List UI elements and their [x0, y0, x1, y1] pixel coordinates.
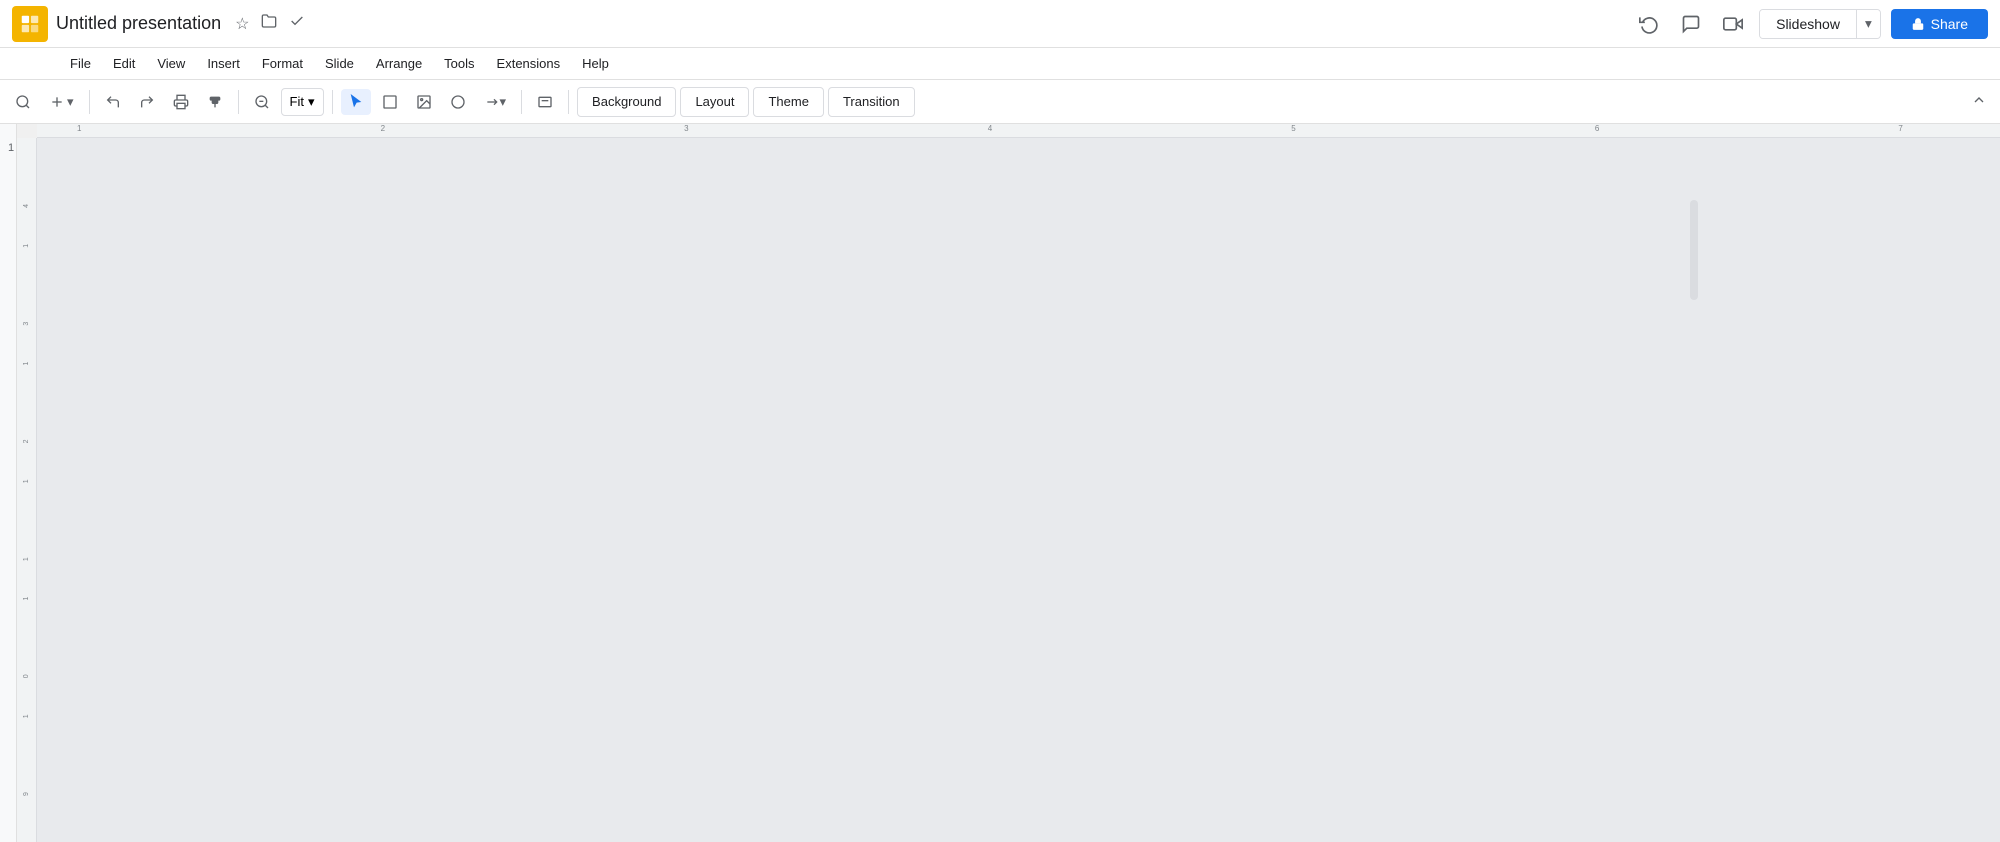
- menu-extensions[interactable]: Extensions: [487, 52, 571, 75]
- shapes-button[interactable]: [443, 89, 473, 115]
- image-button[interactable]: [409, 89, 439, 115]
- history-button[interactable]: [1633, 8, 1665, 40]
- toolbar-right: [1966, 87, 1992, 116]
- folder-icon[interactable]: [261, 13, 277, 34]
- slideshow-button[interactable]: Slideshow: [1760, 10, 1856, 38]
- menu-insert[interactable]: Insert: [197, 52, 250, 75]
- add-slide-button[interactable]: ▾: [42, 89, 81, 115]
- select-button[interactable]: [375, 89, 405, 115]
- separator-1: [89, 90, 90, 114]
- slideshow-button-group: Slideshow ▾: [1759, 9, 1881, 39]
- slideshow-dropdown-button[interactable]: ▾: [1856, 10, 1880, 38]
- comments-button[interactable]: [1675, 8, 1707, 40]
- canvas-main[interactable]: MagicSlides Presentations in seconds Try…: [37, 138, 2000, 842]
- zoom-control[interactable]: Fit ▾: [281, 88, 324, 116]
- document-title[interactable]: Untitled presentation: [56, 13, 221, 34]
- menu-help[interactable]: Help: [572, 52, 619, 75]
- menu-tools[interactable]: Tools: [434, 52, 484, 75]
- horizontal-ruler: // Inline ruler ticks 1 2 3 4 5 6 7 8 9 …: [37, 124, 2000, 138]
- menu-arrange[interactable]: Arrange: [366, 52, 432, 75]
- theme-button[interactable]: Theme: [753, 87, 823, 117]
- slide-number-1: 1: [8, 134, 14, 154]
- canvas-row: 1 2 3 4 5 6 7 8 9 10 11 12 13 14 MagicSl…: [17, 138, 2000, 842]
- star-icon[interactable]: ☆: [235, 14, 249, 34]
- share-button[interactable]: Share: [1891, 9, 1988, 39]
- paint-format-button[interactable]: [200, 89, 230, 115]
- menubar: File Edit View Insert Format Slide Arran…: [0, 48, 2000, 80]
- zoom-label: Fit: [290, 94, 304, 109]
- separator-4: [521, 90, 522, 114]
- app-icon: [12, 6, 48, 42]
- slides-panel: 1 ⬛ MagicSlides Presentations in seconds…: [0, 124, 17, 842]
- layout-button[interactable]: Layout: [680, 87, 749, 117]
- meet-button[interactable]: [1717, 8, 1749, 40]
- topbar-right: Slideshow ▾ Share: [1633, 8, 1988, 40]
- redo-button[interactable]: [132, 89, 162, 115]
- background-button[interactable]: Background: [577, 87, 676, 117]
- text-box-button[interactable]: [530, 89, 560, 115]
- print-button[interactable]: [166, 89, 196, 115]
- separator-2: [238, 90, 239, 114]
- cursor-button[interactable]: [341, 89, 371, 115]
- menu-format[interactable]: Format: [252, 52, 313, 75]
- toolbar: ▾ Fit ▾ ▾: [0, 80, 2000, 124]
- menu-slide[interactable]: Slide: [315, 52, 364, 75]
- vertical-ruler: 1 2 3 4 5 6 7 8 9 10 11 12 13 14: [17, 138, 37, 842]
- menu-file[interactable]: File: [60, 52, 101, 75]
- zoom-out-button[interactable]: [247, 89, 277, 115]
- canvas-with-ruler: // Inline ruler ticks 1 2 3 4 5 6 7 8 9 …: [17, 124, 2000, 842]
- undo-button[interactable]: [98, 89, 128, 115]
- topbar: Untitled presentation ☆ Slideshow ▾ Shar…: [0, 0, 2000, 48]
- menu-edit[interactable]: Edit: [103, 52, 145, 75]
- cloud-save-icon[interactable]: [289, 13, 305, 34]
- line-button[interactable]: ▾: [477, 89, 514, 115]
- search-button[interactable]: [8, 89, 38, 115]
- separator-5: [568, 90, 569, 114]
- separator-3: [332, 90, 333, 114]
- transition-button[interactable]: Transition: [828, 87, 915, 117]
- collapse-toolbar-button[interactable]: [1966, 87, 1992, 116]
- main-area: 1 ⬛ MagicSlides Presentations in seconds…: [0, 124, 2000, 842]
- menu-view[interactable]: View: [147, 52, 195, 75]
